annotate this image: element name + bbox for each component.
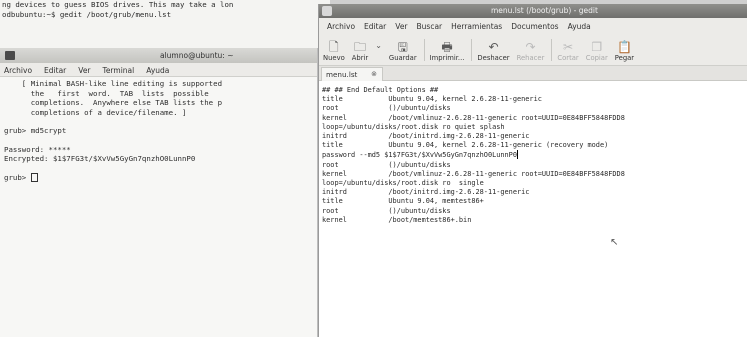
editor-line: title Ubuntu 9.04, memtest86+: [322, 197, 484, 206]
open-folder-icon: 🗀: [353, 40, 366, 54]
terminal-body[interactable]: [ Minimal BASH-like line editing is supp…: [0, 77, 317, 184]
toolbar-separator: [423, 39, 425, 61]
gedit-toolbar: 🗋 Nuevo 🗀 Abrir ⌄ 🖫 Guardar 🖶 Imprimir... ↶ D…: [319, 33, 747, 66]
copy-icon: ❐: [591, 40, 603, 54]
editor-line: root ()/ubuntu/disks: [322, 206, 451, 215]
menu-documentos[interactable]: Documentos: [511, 22, 558, 33]
redo-icon: ↷: [525, 40, 536, 54]
new-button[interactable]: 🗋 Nuevo: [323, 40, 345, 65]
editor-line: initrd /boot/initrd.img-2.6.28-11-generi…: [322, 132, 530, 141]
tab-label: menu.lst: [326, 70, 358, 79]
printer-icon: 🖶: [441, 40, 453, 54]
menu-archivo[interactable]: Archivo: [4, 66, 32, 76]
menu-editar[interactable]: Editar: [364, 22, 386, 33]
new-document-icon: 🗋: [329, 40, 339, 54]
editor-line: root ()/ubuntu/disks: [322, 160, 451, 169]
chevron-down-icon: ⌄: [375, 41, 382, 50]
editor-line: root ()/ubuntu/disks: [322, 104, 451, 113]
editor-line: title Ubuntu 9.04, kernel 2.6.28-11-gene…: [322, 141, 609, 150]
terminal-window: alumno@ubuntu: ~ Archivo Editar Ver Term…: [0, 48, 318, 337]
gedit-app-icon: [322, 6, 332, 16]
paste-icon: 📋: [616, 40, 632, 54]
terminal-line: completions. Anywhere else TAB lists the…: [4, 98, 223, 107]
terminal-prompt: grub>: [4, 172, 31, 182]
terminal-menubar: Archivo Editar Ver Terminal Ayuda: [0, 63, 317, 77]
terminal-line: [ Minimal BASH-like line editing is supp…: [4, 79, 223, 88]
scissors-icon: ✂: [563, 40, 574, 54]
terminal-line: Encrypted: $1$7FG3t/$XvVw5GyGn7qnzhO0Lun…: [4, 154, 196, 163]
editor-line: loop=/ubuntu/disks/root.disk ro single: [322, 179, 484, 188]
undo-button[interactable]: ↶ Deshacer: [477, 40, 509, 65]
editor-line: loop=/ubuntu/disks/root.disk ro quiet sp…: [322, 122, 505, 131]
tab-menu-lst[interactable]: menu.lst ⊗: [321, 67, 383, 81]
close-icon[interactable]: ⊗: [371, 70, 377, 78]
editor-line: ## ## End Default Options ##: [322, 86, 439, 94]
bg-terminal-line: odbubuntu:~$ gedit /boot/grub/menu.lst: [2, 10, 172, 19]
menu-ver[interactable]: Ver: [78, 66, 90, 76]
save-button[interactable]: 🖫 Guardar: [389, 40, 417, 65]
terminal-line: Password: *****: [4, 144, 71, 154]
open-dropdown-button[interactable]: ⌄: [375, 39, 382, 65]
menu-terminal[interactable]: Terminal: [103, 66, 135, 76]
menu-ayuda[interactable]: Ayuda: [568, 22, 591, 33]
copy-button[interactable]: ❐ Copiar: [586, 40, 608, 65]
undo-icon: ↶: [488, 40, 499, 54]
text-caret: [516, 150, 518, 160]
paste-button[interactable]: 📋 Pegar: [615, 40, 634, 65]
menu-archivo[interactable]: Archivo: [327, 22, 355, 33]
terminal-line: the first word. TAB lists possible: [4, 88, 209, 98]
editor-line: title Ubuntu 9.04, kernel 2.6.28-11-gene…: [322, 95, 542, 104]
gedit-title: menu.lst (/boot/grub) - gedit: [491, 6, 598, 15]
menu-editar[interactable]: Editar: [44, 66, 66, 76]
gedit-menubar: Archivo Editar Ver Buscar Herramientas D…: [319, 18, 747, 33]
toolbar-separator: [471, 39, 473, 61]
bg-terminal-line: ng devices to guess BIOS drives. This ma…: [2, 0, 234, 9]
menu-ayuda[interactable]: Ayuda: [146, 66, 169, 76]
editor-line: initrd /boot/initrd.img-2.6.28-11-generi…: [322, 188, 530, 197]
open-button[interactable]: 🗀 Abrir: [352, 40, 368, 65]
menu-buscar[interactable]: Buscar: [417, 22, 443, 33]
background-terminal: ng devices to guess BIOS drives. This ma…: [0, 0, 330, 48]
gedit-titlebar[interactable]: menu.lst (/boot/grub) - gedit: [319, 4, 747, 18]
editor-line: kernel /boot/vmlinuz-2.6.28-11-generic r…: [322, 169, 625, 178]
terminal-titlebar[interactable]: alumno@ubuntu: ~: [0, 48, 317, 63]
menu-ver[interactable]: Ver: [395, 22, 407, 33]
redo-button[interactable]: ↷ Rehacer: [517, 40, 545, 65]
print-button[interactable]: 🖶 Imprimir...: [430, 40, 465, 65]
editor-line: kernel /boot/memtest86+.bin: [322, 215, 472, 224]
terminal-title: alumno@ubuntu: ~: [160, 51, 234, 60]
gedit-window: menu.lst (/boot/grub) - gedit Archivo Ed…: [318, 4, 747, 337]
terminal-cursor: [30, 172, 38, 182]
terminal-icon: [5, 51, 15, 60]
text-editor[interactable]: ## ## End Default Options ## title Ubunt…: [319, 81, 747, 230]
terminal-prompt-line: grub>: [4, 172, 313, 183]
menu-herramientas[interactable]: Herramientas: [451, 22, 502, 33]
toolbar-separator: [551, 39, 553, 61]
terminal-line: completions of a device/filename. ]: [4, 107, 187, 117]
terminal-line: grub> md5crypt: [4, 126, 67, 135]
save-icon: 🖫: [397, 40, 408, 54]
editor-line-current: password --md5 $1$7FG3t/$XvVw5GyGn7qnzhO…: [322, 150, 518, 160]
mouse-pointer-icon: ↖: [610, 237, 619, 248]
editor-line: kernel /boot/vmlinuz-2.6.28-11-generic r…: [322, 113, 625, 122]
cut-button[interactable]: ✂ Cortar: [557, 40, 578, 65]
gedit-tabbar: menu.lst ⊗: [319, 66, 747, 81]
